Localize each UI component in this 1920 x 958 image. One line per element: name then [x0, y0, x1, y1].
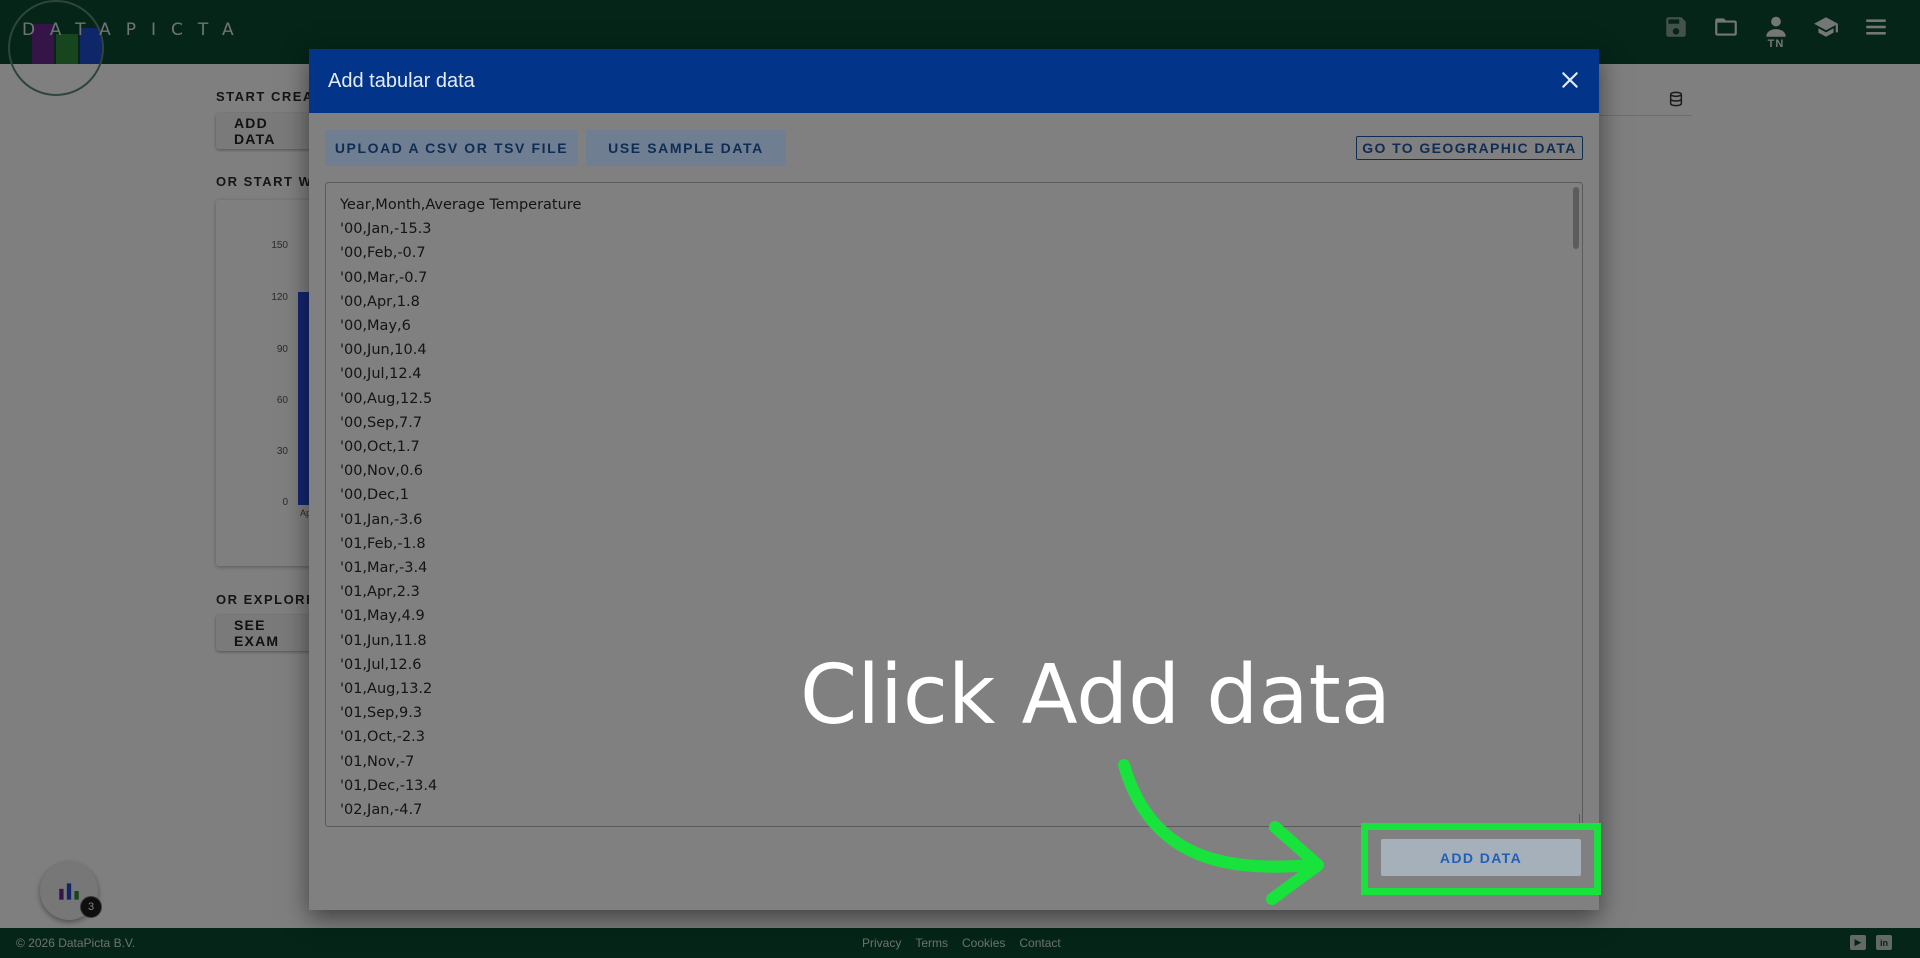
upload-csv-button[interactable]: UPLOAD A CSV OR TSV FILE: [325, 130, 578, 166]
textarea-line: '01,Mar,-3.4: [340, 560, 428, 577]
textarea-line: '00,Jan,-15.3: [340, 221, 432, 238]
textarea-line: '02,Feb,-2.3: [340, 822, 581, 826]
textarea-line: '01,Apr,2.3: [340, 584, 420, 601]
textarea-line: '02,Jan,-4.7: [340, 802, 423, 819]
textarea-line: '01,Nov,-7: [340, 753, 415, 770]
textarea-line: '01,Sep,9.3: [340, 705, 423, 722]
textarea-line: '00,Jul,12.4: [340, 366, 422, 383]
textarea-line: '00,May,6: [340, 318, 411, 335]
textarea-line: '00,Feb,-0.7: [340, 245, 426, 262]
highlight-box: [1361, 823, 1601, 895]
textarea-line: '01,Oct,-2.3: [340, 729, 426, 746]
data-textarea-content: Year,Month,Average Temperature '00,Jan,-1…: [340, 193, 582, 826]
textarea-line: Year,Month,Average Temperature: [340, 197, 582, 213]
dialog-title: Add tabular data: [328, 70, 475, 92]
curved-arrow-icon: [1118, 759, 1324, 905]
textarea-line: '00,Apr,1.8: [340, 293, 420, 310]
textarea-line: '00,Nov,0.6: [340, 463, 424, 480]
use-sample-data-button[interactable]: USE SAMPLE DATA: [586, 130, 786, 166]
textarea-line: '01,Jan,-3.6: [340, 511, 423, 528]
textarea-line: '01,Feb,-1.8: [340, 535, 426, 552]
go-to-geographic-data-button[interactable]: GO TO GEOGRAPHIC DATA: [1356, 136, 1583, 160]
textarea-line: '00,Sep,7.7: [340, 414, 423, 431]
textarea-line: '00,Oct,1.7: [340, 439, 420, 456]
textarea-line: '01,Jun,11.8: [340, 632, 427, 649]
textarea-line: '00,Jun,10.4: [340, 342, 427, 359]
tutorial-callout: Click Add data: [800, 648, 1391, 743]
textarea-line: '01,Aug,13.2: [340, 681, 433, 698]
textarea-line: '01,May,4.9: [340, 608, 425, 625]
textarea-line: '00,Dec,1: [340, 487, 409, 504]
textarea-scrollbar[interactable]: [1573, 187, 1579, 249]
textarea-line: '00,Aug,12.5: [340, 390, 433, 407]
textarea-line: '01,Dec,-13.4: [340, 777, 438, 794]
textarea-line: '00,Mar,-0.7: [340, 269, 428, 286]
add-tabular-data-dialog: Add tabular data UPLOAD A CSV OR TSV FIL…: [309, 49, 1599, 910]
close-icon[interactable]: [1555, 65, 1585, 95]
textarea-line: '01,Jul,12.6: [340, 656, 422, 673]
dialog-header: Add tabular data: [309, 49, 1599, 113]
